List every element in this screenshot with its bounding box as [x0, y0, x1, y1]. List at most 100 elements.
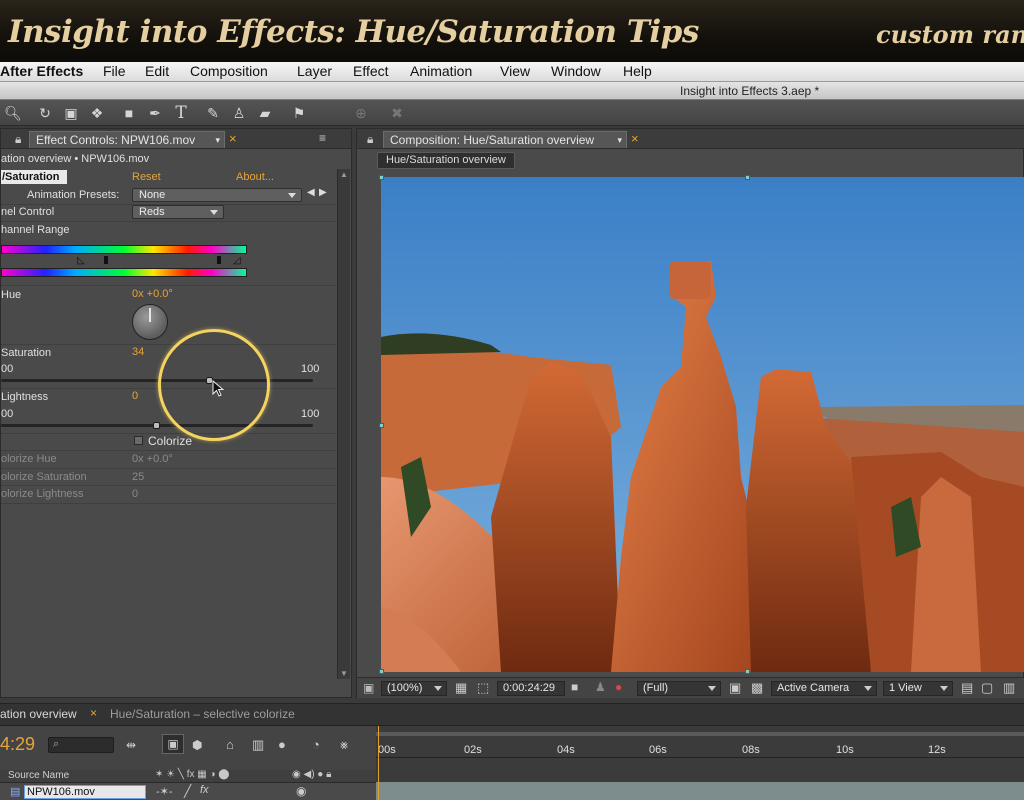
motion-blur-icon[interactable]: ●	[278, 737, 286, 752]
effect-controls-scrollbar[interactable]: ▲ ▼	[337, 169, 350, 679]
colorize-checkbox[interactable]	[134, 436, 143, 445]
toggle-pixel-aspect-icon[interactable]: ▤	[961, 680, 973, 696]
channel-control-dropdown[interactable]: Reds	[132, 205, 224, 219]
composition-viewer[interactable]	[381, 177, 1024, 672]
preset-prev-icon[interactable]: ◀	[307, 187, 315, 198]
close-tab-icon[interactable]: ×	[229, 131, 237, 146]
comp-mini-flowchart-icon[interactable]: ⇹	[126, 738, 136, 752]
region-of-interest-icon[interactable]: ▣	[729, 680, 741, 696]
menu-app-name[interactable]: After Effects	[0, 63, 83, 79]
menu-file[interactable]: File	[103, 63, 126, 79]
work-area-bar[interactable]	[376, 732, 1024, 736]
zoom-icon[interactable]: 🔍︎	[4, 104, 22, 122]
layer-handle-tm[interactable]	[745, 175, 750, 180]
timeline-close-tab-icon[interactable]: ×	[90, 706, 97, 720]
mask-visibility-icon[interactable]: ⬚	[477, 680, 489, 696]
draft-3d-icon[interactable]: ⬢	[192, 738, 202, 752]
saturation-value[interactable]: 34	[132, 346, 144, 358]
animation-presets-dropdown[interactable]: None	[132, 188, 302, 202]
safe-zones-icon[interactable]: ▦	[455, 680, 467, 696]
menu-animation[interactable]: Animation	[410, 63, 472, 79]
menu-help[interactable]: Help	[623, 63, 652, 79]
layer-visibility-icon[interactable]: ◉	[296, 784, 306, 798]
lightness-slider-knob[interactable]	[153, 422, 160, 429]
menu-layer[interactable]: Layer	[297, 63, 332, 79]
transparency-grid-icon[interactable]: ▩	[751, 680, 763, 696]
snapshot-icon[interactable]: ■	[571, 680, 578, 694]
range-falloff-right-handle[interactable]: ◿	[233, 255, 241, 266]
layer-quality-icon[interactable]: ╱	[184, 784, 191, 798]
preset-next-icon[interactable]: ▶	[319, 187, 327, 198]
timeline-search-input[interactable]: ⌕	[48, 737, 114, 753]
effect-name-label[interactable]: /Saturation	[1, 170, 67, 184]
pen-icon[interactable]: ✒	[146, 104, 164, 122]
camera-view-dropdown[interactable]: Active Camera	[771, 681, 877, 696]
scroll-up-icon[interactable]: ▲	[340, 170, 348, 179]
graph-editor-icon[interactable]: ⨳	[340, 737, 348, 753]
lock-icon[interactable]: 🔒︎	[15, 132, 21, 147]
world-axis-icon[interactable]: ✖	[388, 104, 406, 122]
hue-value[interactable]: 0x +0.0°	[132, 288, 173, 300]
live-update-icon[interactable]: ▣	[162, 734, 184, 754]
text-icon[interactable]: T	[172, 104, 190, 122]
tab-menu-icon[interactable]: ▾	[215, 132, 220, 148]
layer-row[interactable]: ▤ NPW106.mov -✶- ╱ fx ◉	[0, 782, 376, 800]
menu-view[interactable]: View	[500, 63, 530, 79]
timeline-tab-active[interactable]: ation overview	[0, 707, 77, 721]
always-preview-icon[interactable]: ▣	[363, 681, 374, 695]
panel-menu-icon[interactable]: ≡	[319, 131, 326, 145]
menu-composition[interactable]: Composition	[190, 63, 268, 79]
show-snapshot-icon[interactable]: ♟	[595, 680, 606, 694]
composition-breadcrumb[interactable]: Hue/Saturation overview	[377, 152, 515, 169]
range-left-handle[interactable]	[104, 256, 108, 264]
clone-stamp-icon[interactable]: ♙	[230, 104, 248, 122]
rectangle-icon[interactable]: ■	[120, 104, 138, 122]
scroll-down-icon[interactable]: ▼	[340, 669, 348, 678]
range-right-handle[interactable]	[217, 256, 221, 264]
show-channel-icon[interactable]: ●	[615, 680, 622, 694]
layer-handle-bl[interactable]	[379, 669, 384, 674]
channel-range-sliders[interactable]: ◺ ◿	[1, 255, 247, 267]
layer-handle-bm[interactable]	[745, 669, 750, 674]
lightness-value[interactable]: 0	[132, 390, 138, 402]
time-ruler[interactable]: 00s 02s 04s 06s 08s 10s 12s	[376, 738, 1024, 758]
comp-lock-icon[interactable]: 🔒︎	[367, 132, 373, 147]
camera-orbit-icon[interactable]: ▣	[62, 104, 80, 122]
current-time-indicator[interactable]	[378, 726, 379, 800]
menu-window[interactable]: Window	[551, 63, 601, 79]
layer-effects-icon[interactable]: fx	[200, 784, 209, 796]
rotate-icon[interactable]: ↻	[36, 104, 54, 122]
layer-name[interactable]: NPW106.mov	[24, 785, 146, 799]
layer-handle-tl[interactable]	[379, 175, 384, 180]
colorize-label[interactable]: Colorize	[148, 434, 192, 448]
composition-tab[interactable]: Composition: Hue/Saturation overview ▾	[383, 131, 627, 148]
resolution-dropdown[interactable]: (Full)	[637, 681, 721, 696]
brainstorm-icon[interactable]: ◔	[312, 737, 320, 752]
view-layout-dropdown[interactable]: 1 View	[883, 681, 953, 696]
layer-shy-icon[interactable]: -✶-	[156, 785, 173, 798]
eraser-icon[interactable]: ▰	[256, 104, 274, 122]
magnification-dropdown[interactable]: (100%)	[381, 681, 447, 696]
effect-controls-tab[interactable]: Effect Controls: NPW106.mov ▾	[29, 131, 225, 148]
puppet-pin-icon[interactable]: ⚑	[290, 104, 308, 122]
about-button[interactable]: About...	[236, 171, 274, 183]
layer-duration-bar[interactable]	[376, 782, 1024, 800]
menu-edit[interactable]: Edit	[145, 63, 169, 79]
fast-previews-icon[interactable]: ▢	[981, 680, 993, 696]
current-timecode[interactable]: 0:00:24:29	[497, 681, 565, 696]
timeline-icon[interactable]: ▥	[1003, 680, 1015, 696]
reset-button[interactable]: Reset	[132, 171, 161, 183]
timeline-ruler-area[interactable]: 00s 02s 04s 06s 08s 10s 12s	[376, 726, 1024, 800]
range-falloff-left-handle[interactable]: ◺	[77, 255, 85, 266]
pan-icon[interactable]: ❖	[88, 104, 106, 122]
axis-mode-icon[interactable]: ⊕	[352, 104, 370, 122]
timeline-tab-other[interactable]: Hue/Saturation – selective colorize	[110, 707, 295, 721]
menu-effect[interactable]: Effect	[353, 63, 389, 79]
hue-dial[interactable]	[132, 304, 168, 340]
brush-icon[interactable]: ✎	[204, 104, 222, 122]
frame-blending-icon[interactable]: ▥	[252, 737, 264, 753]
hide-shy-layers-icon[interactable]: ⌂	[226, 737, 234, 752]
comp-tab-menu-icon[interactable]: ▾	[617, 132, 622, 148]
timeline-current-time[interactable]: 4:29	[0, 734, 35, 755]
layer-handle-ml[interactable]	[379, 423, 384, 428]
